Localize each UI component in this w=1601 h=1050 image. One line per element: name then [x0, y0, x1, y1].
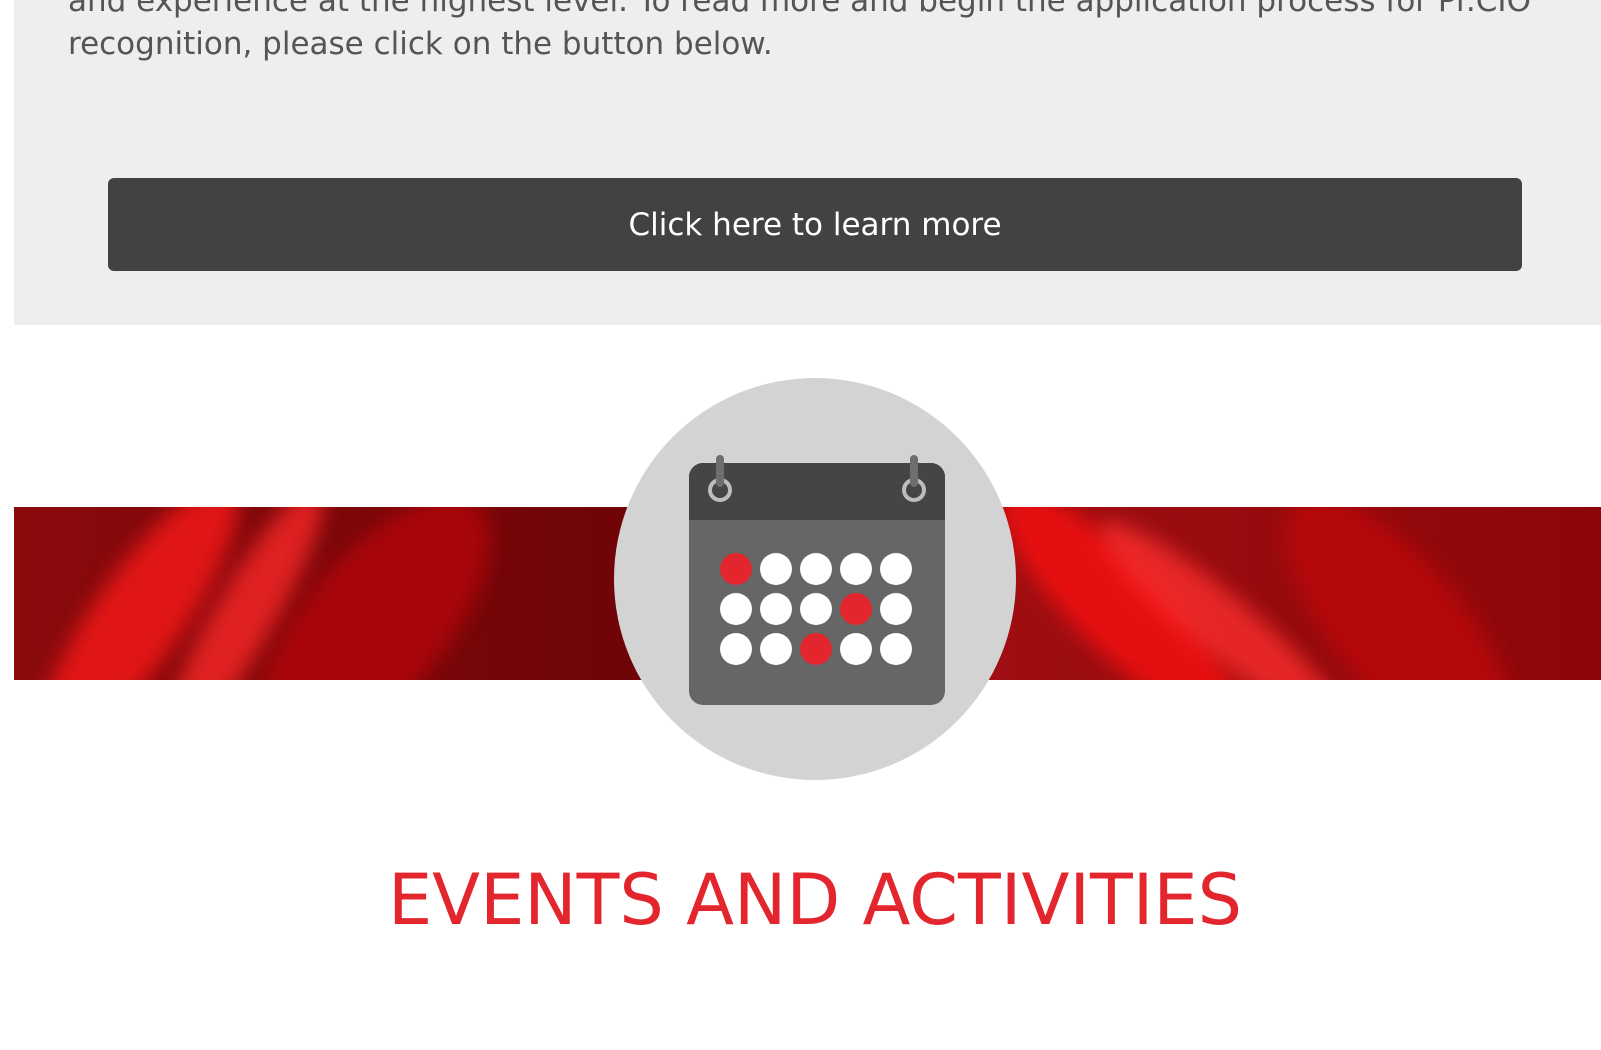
calendar-dot: [880, 633, 912, 665]
calendar-dot: [760, 553, 792, 585]
intro-text: and experience at the highest level. To …: [68, 0, 1531, 62]
calendar-dot: [840, 593, 872, 625]
calendar-dot: [880, 553, 912, 585]
calendar-dot: [720, 633, 752, 665]
calendar-dot: [800, 593, 832, 625]
calendar-dot: [720, 593, 752, 625]
calendar-dot: [760, 633, 792, 665]
calendar-dot: [720, 553, 752, 585]
pr-cio-panel: and experience at the highest level. To …: [14, 0, 1601, 325]
calendar-dot: [840, 553, 872, 585]
calendar-dot: [760, 593, 792, 625]
page: and experience at the highest level. To …: [0, 0, 1601, 1050]
learn-more-button[interactable]: Click here to learn more: [108, 178, 1522, 271]
calendar-icon: [689, 455, 945, 705]
calendar-dot: [880, 593, 912, 625]
events-title: EVENTS AND ACTIVITIES: [387, 859, 1243, 941]
calendar-dot: [800, 553, 832, 585]
calendar-dot: [840, 633, 872, 665]
calendar-dot: [800, 633, 832, 665]
